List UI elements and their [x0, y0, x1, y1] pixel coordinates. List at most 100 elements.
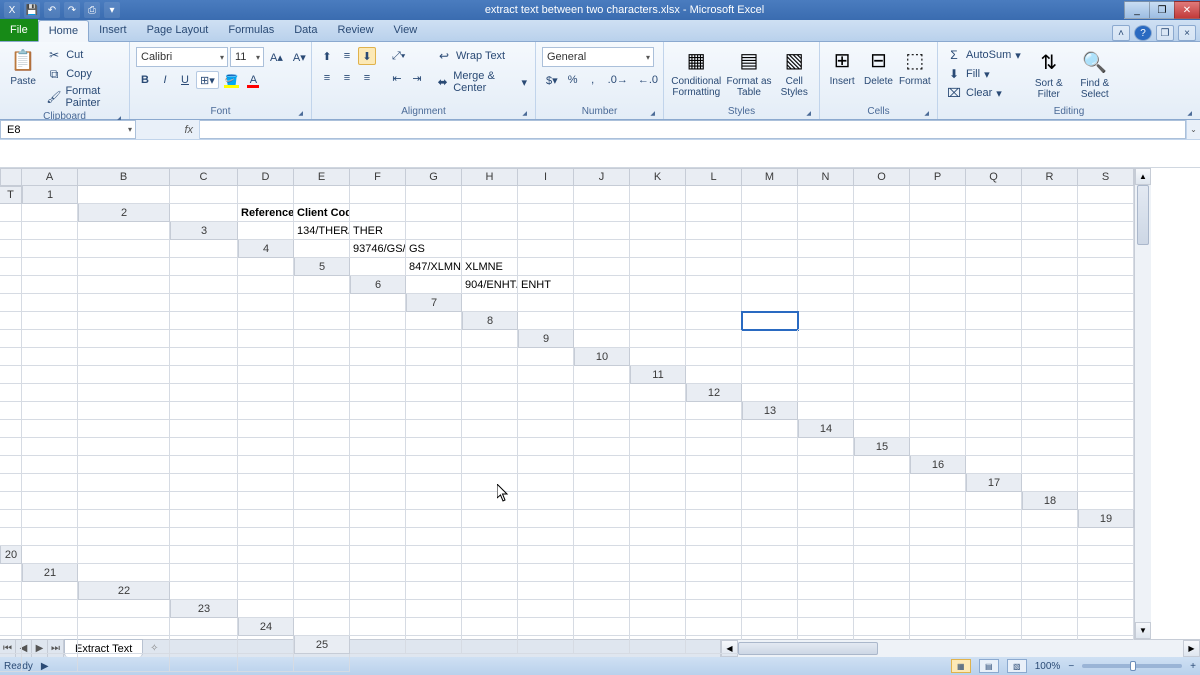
cell[interactable]: [966, 294, 1022, 312]
cell[interactable]: [0, 222, 22, 240]
cell[interactable]: [78, 510, 170, 528]
cell[interactable]: [686, 492, 742, 510]
cell[interactable]: [406, 492, 462, 510]
cell[interactable]: [462, 240, 518, 258]
cell[interactable]: [294, 528, 350, 546]
cell[interactable]: [910, 510, 966, 528]
zoom-slider-knob[interactable]: [1130, 661, 1136, 671]
cell[interactable]: [78, 492, 170, 510]
cell[interactable]: [966, 204, 1022, 222]
cell[interactable]: [574, 582, 630, 600]
cell[interactable]: [462, 348, 518, 366]
cell[interactable]: [742, 528, 798, 546]
cell[interactable]: [742, 510, 798, 528]
percent-format-button[interactable]: %: [564, 71, 582, 89]
cell[interactable]: [1022, 618, 1078, 636]
cell[interactable]: [910, 330, 966, 348]
cell[interactable]: [518, 384, 574, 402]
cell[interactable]: [630, 510, 686, 528]
cell[interactable]: [406, 528, 462, 546]
cell[interactable]: [406, 600, 462, 618]
cell[interactable]: [0, 240, 22, 258]
cell[interactable]: [798, 186, 854, 204]
cell[interactable]: [1078, 582, 1134, 600]
cell[interactable]: [350, 348, 406, 366]
cell[interactable]: [0, 528, 22, 546]
column-header[interactable]: E: [294, 168, 350, 186]
cell[interactable]: [22, 330, 78, 348]
cell[interactable]: [1022, 528, 1078, 546]
cell[interactable]: [78, 528, 170, 546]
zoom-slider[interactable]: [1082, 664, 1182, 668]
cell[interactable]: 847/XLMNE/846: [406, 258, 462, 276]
cell[interactable]: [170, 474, 238, 492]
cell[interactable]: [0, 402, 22, 420]
cell[interactable]: [630, 384, 686, 402]
workbook-restore-button[interactable]: ❐: [1156, 25, 1174, 41]
cell[interactable]: [518, 510, 574, 528]
cell[interactable]: [0, 654, 22, 672]
cell[interactable]: [78, 420, 170, 438]
row-header[interactable]: 4: [238, 240, 294, 258]
cell[interactable]: [798, 456, 854, 474]
cell[interactable]: THER: [350, 222, 406, 240]
scroll-thumb[interactable]: [1137, 185, 1149, 245]
cell[interactable]: [350, 312, 406, 330]
increase-decimal-button[interactable]: .0→: [604, 71, 632, 89]
cell[interactable]: [686, 186, 742, 204]
cell[interactable]: [238, 474, 294, 492]
cell[interactable]: [170, 618, 238, 636]
cell[interactable]: [0, 420, 22, 438]
cell[interactable]: [78, 222, 170, 240]
save-icon[interactable]: 💾: [24, 2, 40, 18]
vertical-scrollbar[interactable]: ▲ ▼: [1134, 168, 1151, 639]
cell[interactable]: [170, 348, 238, 366]
cell[interactable]: [0, 312, 22, 330]
cell[interactable]: [0, 366, 22, 384]
column-header[interactable]: C: [170, 168, 238, 186]
cell[interactable]: [406, 222, 462, 240]
cell[interactable]: [910, 312, 966, 330]
cell[interactable]: [518, 366, 574, 384]
cell[interactable]: [1078, 528, 1134, 546]
cell[interactable]: [1022, 258, 1078, 276]
cell[interactable]: [1022, 402, 1078, 420]
column-header[interactable]: P: [910, 168, 966, 186]
cell[interactable]: [1078, 366, 1134, 384]
cell[interactable]: [462, 618, 518, 636]
cell[interactable]: [966, 186, 1022, 204]
formula-bar[interactable]: [200, 120, 1186, 139]
cell[interactable]: [170, 528, 238, 546]
cell[interactable]: [350, 402, 406, 420]
align-middle-button[interactable]: ≡: [338, 47, 356, 65]
cell[interactable]: [1078, 564, 1134, 582]
cell[interactable]: [966, 600, 1022, 618]
cell[interactable]: [742, 294, 798, 312]
column-header[interactable]: D: [238, 168, 294, 186]
fill-button[interactable]: ⬇Fill▾: [944, 65, 1023, 83]
cell[interactable]: [1078, 294, 1134, 312]
cell[interactable]: [238, 348, 294, 366]
cell[interactable]: [798, 438, 854, 456]
cell[interactable]: [78, 384, 170, 402]
cell[interactable]: [238, 564, 294, 582]
cell[interactable]: [518, 294, 574, 312]
cell[interactable]: [406, 312, 462, 330]
cell[interactable]: [238, 420, 294, 438]
cell[interactable]: [518, 258, 574, 276]
cell[interactable]: [686, 402, 742, 420]
cell[interactable]: [22, 402, 78, 420]
cell[interactable]: [854, 294, 910, 312]
column-header[interactable]: R: [1022, 168, 1078, 186]
cell[interactable]: [630, 618, 686, 636]
cell[interactable]: [22, 456, 78, 474]
cell[interactable]: [798, 348, 854, 366]
cell[interactable]: [462, 564, 518, 582]
cell[interactable]: [742, 582, 798, 600]
row-header[interactable]: 10: [574, 348, 630, 366]
cell[interactable]: [1022, 510, 1078, 528]
cell[interactable]: [854, 546, 910, 564]
cell[interactable]: [742, 222, 798, 240]
qat-customize-icon[interactable]: ▾: [104, 2, 120, 18]
cell[interactable]: [170, 564, 238, 582]
